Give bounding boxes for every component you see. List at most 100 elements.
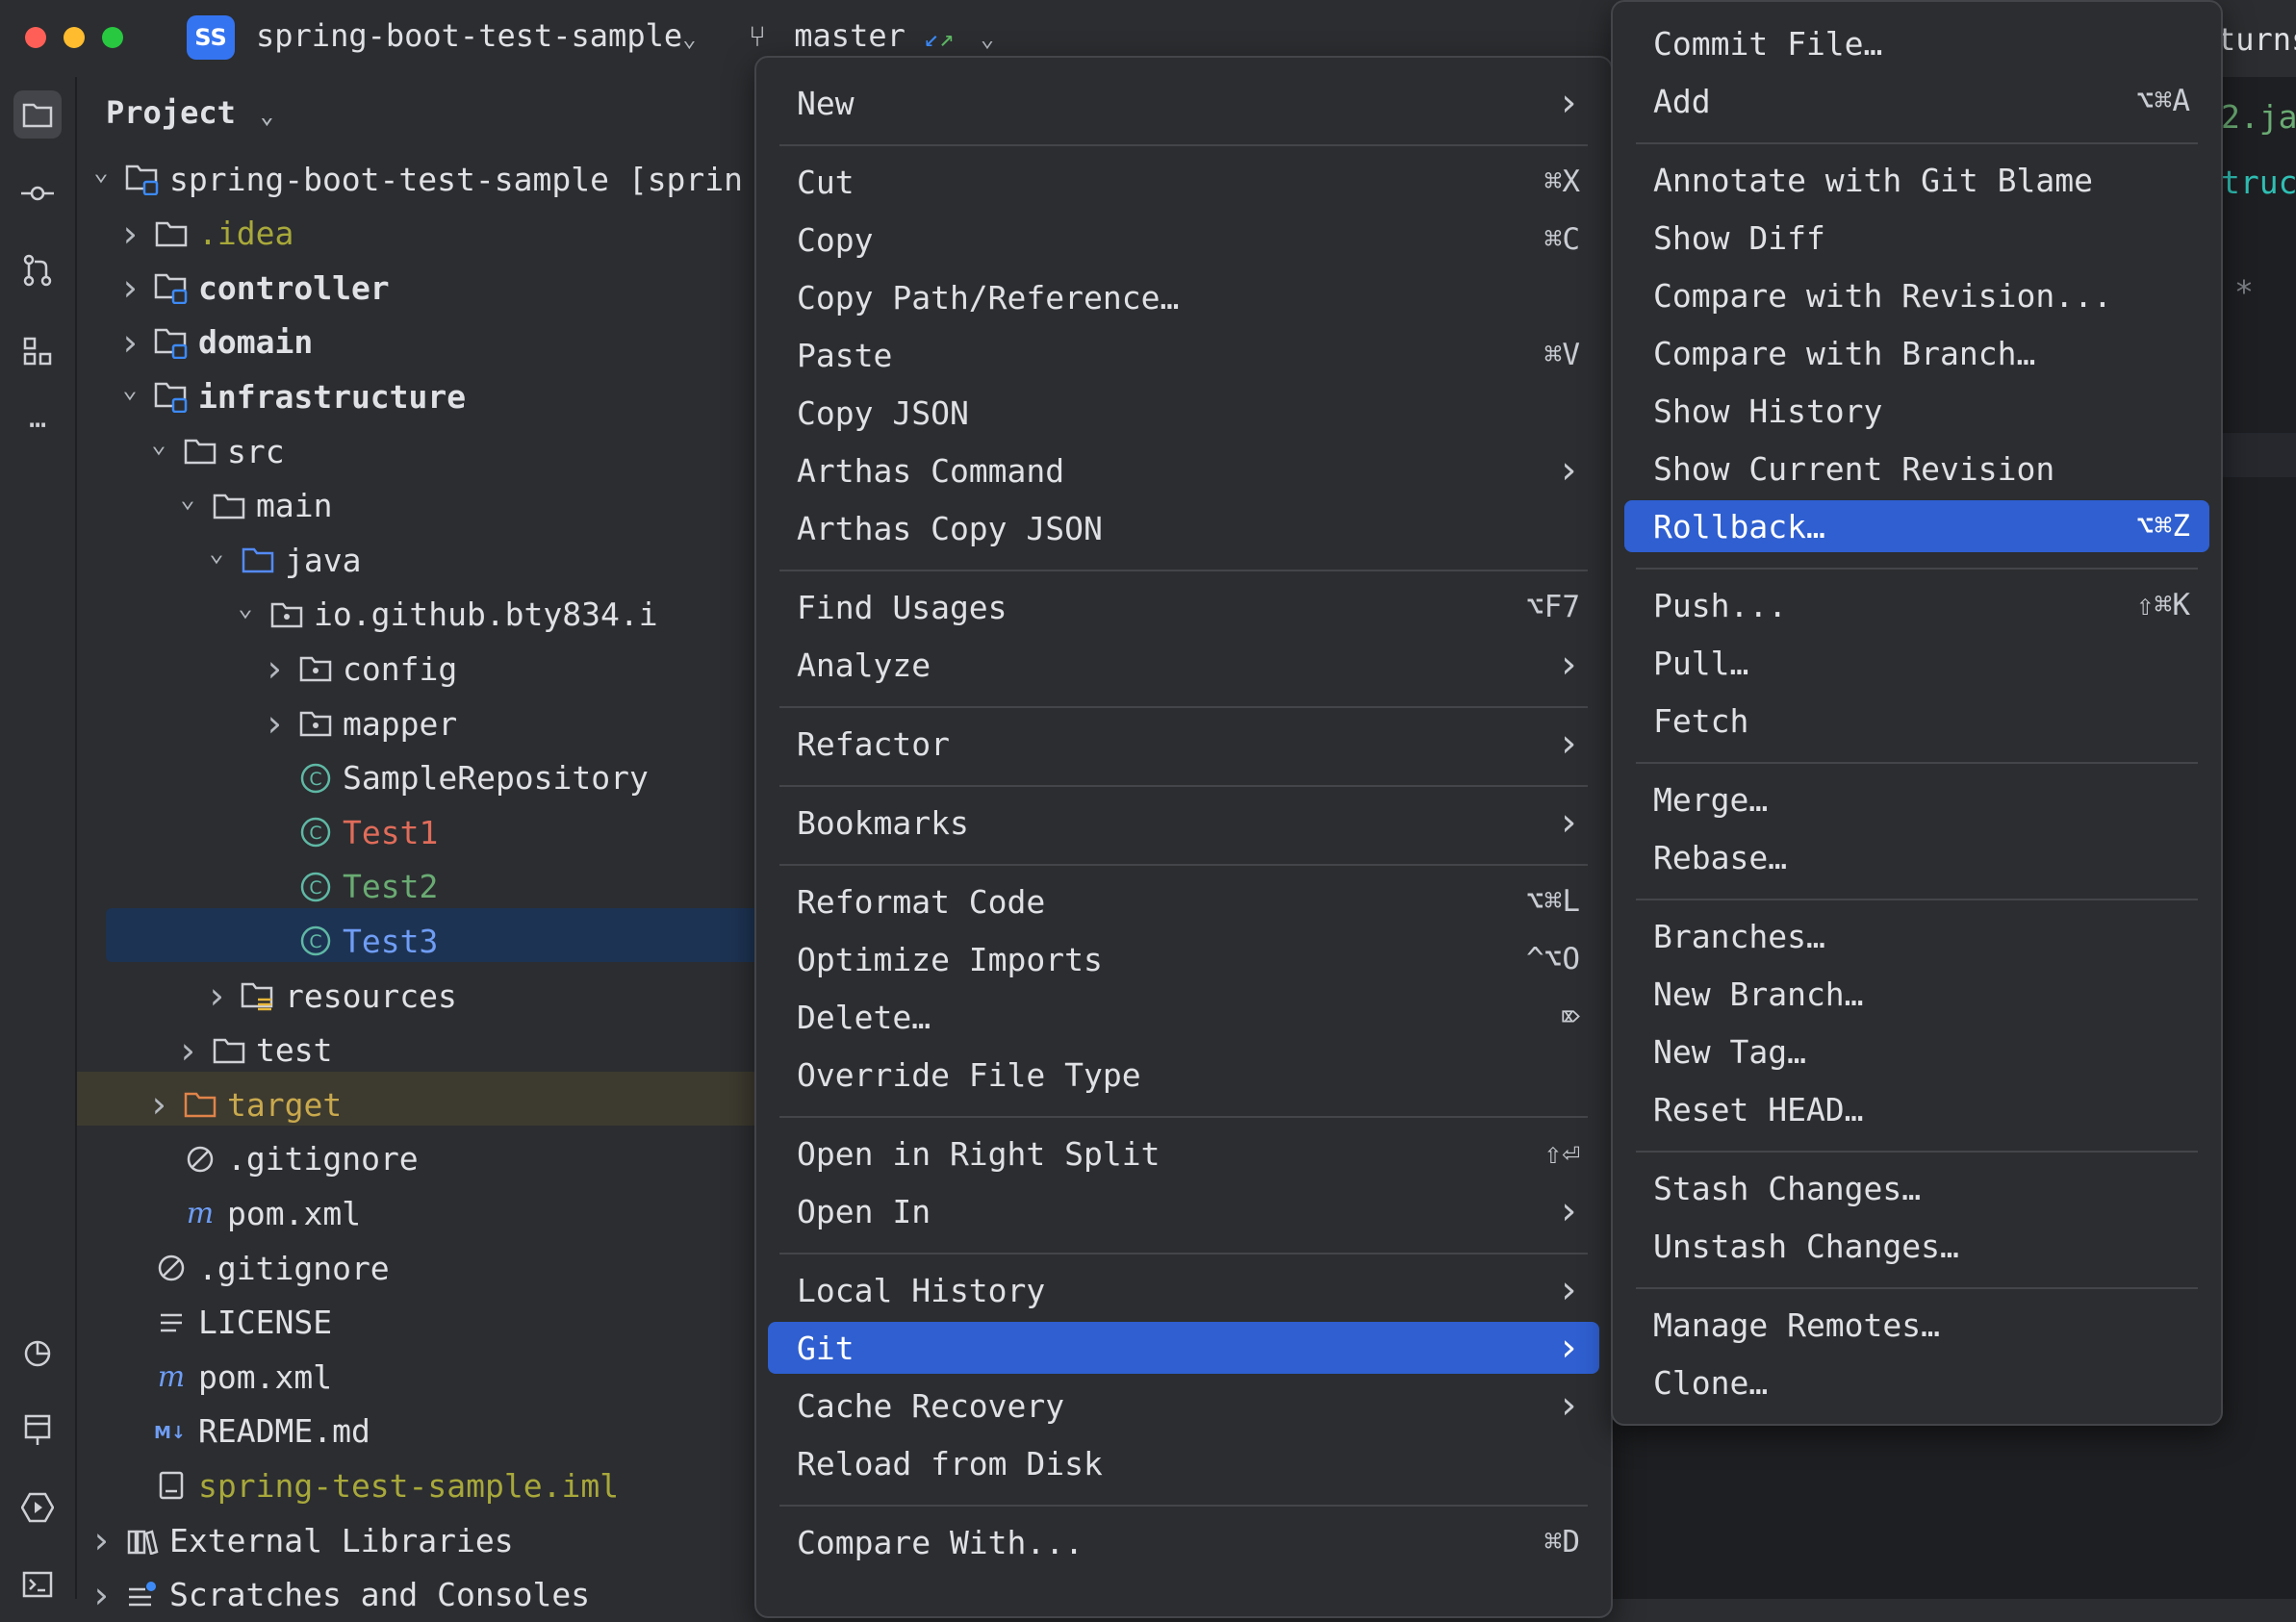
- menu-item-arthas-command[interactable]: Arthas Command ›: [768, 444, 1599, 496]
- menu-item-paste[interactable]: Paste ⌘V: [768, 329, 1599, 381]
- menu-item-cache-recovery[interactable]: Cache Recovery ›: [768, 1380, 1599, 1432]
- menu-item-cut[interactable]: Cut ⌘X: [768, 156, 1599, 208]
- tree-item-idea[interactable]: › .idea: [117, 207, 294, 261]
- chevron-down-icon[interactable]: ⌄: [146, 430, 171, 459]
- chevron-right-icon[interactable]: ›: [117, 321, 142, 364]
- tree-item-test3[interactable]: C Test3: [262, 914, 438, 968]
- chevron-down-icon[interactable]: ⌄: [233, 594, 258, 622]
- tree-item-readme-md[interactable]: M↓ README.md: [117, 1405, 370, 1458]
- tree-item-gitignore[interactable]: .gitignore: [117, 1241, 390, 1295]
- menu-item-fetch[interactable]: Fetch: [1624, 695, 2209, 747]
- close-window-button[interactable]: [25, 27, 46, 48]
- tree-item-test1[interactable]: C Test1: [262, 805, 438, 859]
- menu-item-annotate-with-git-blame[interactable]: Annotate with Git Blame: [1624, 154, 2209, 206]
- tree-item-infrastructure[interactable]: ⌄ infrastructure: [117, 369, 466, 423]
- tree-item-src[interactable]: ⌄ src: [146, 424, 284, 478]
- menu-item-branches[interactable]: Branches…: [1624, 910, 2209, 962]
- services-icon[interactable]: [13, 1407, 62, 1455]
- menu-item-override-file-type[interactable]: Override File Type: [768, 1049, 1599, 1101]
- menu-item-commit-file[interactable]: Commit File…: [1624, 17, 2209, 69]
- chevron-right-icon[interactable]: ›: [262, 702, 287, 745]
- tree-item-license[interactable]: LICENSE: [117, 1296, 332, 1350]
- tree-item-config[interactable]: › config: [262, 642, 458, 696]
- tree-item-test2[interactable]: C Test2: [262, 860, 438, 914]
- menu-item-new[interactable]: New ›: [768, 77, 1599, 129]
- menu-item-unstash-changes[interactable]: Unstash Changes…: [1624, 1220, 2209, 1272]
- pull-requests-icon[interactable]: [13, 246, 62, 294]
- menu-item-show-diff[interactable]: Show Diff: [1624, 212, 2209, 264]
- menu-item-add[interactable]: Add ⌥⌘A: [1624, 75, 2209, 127]
- tree-item-target[interactable]: › target: [146, 1077, 343, 1131]
- commit-tool-icon[interactable]: [13, 169, 62, 217]
- chevron-down-icon[interactable]: ⌄: [89, 158, 114, 187]
- tree-item-spring-test-sample-iml[interactable]: spring-test-sample.iml: [117, 1458, 619, 1512]
- project-switcher[interactable]: spring-boot-test-sample⌄: [256, 17, 697, 54]
- chevron-down-icon[interactable]: ⌄: [117, 375, 142, 404]
- menu-item-new-tag[interactable]: New Tag…: [1624, 1026, 2209, 1077]
- menu-item-refactor[interactable]: Refactor ›: [768, 718, 1599, 770]
- menu-item-manage-remotes[interactable]: Manage Remotes…: [1624, 1299, 2209, 1351]
- menu-item-copy-path-reference[interactable]: Copy Path/Reference…: [768, 271, 1599, 323]
- project-tool-icon[interactable]: [13, 90, 62, 139]
- run-icon[interactable]: [13, 1483, 62, 1532]
- chevron-right-icon[interactable]: ›: [89, 1519, 114, 1561]
- menu-item-find-usages[interactable]: Find Usages ⌥F7: [768, 581, 1599, 633]
- project-avatar[interactable]: SS: [187, 15, 235, 60]
- menu-item-reset-head[interactable]: Reset HEAD…: [1624, 1083, 2209, 1135]
- menu-item-push[interactable]: Push... ⇧⌘K: [1624, 579, 2209, 631]
- menu-item-merge[interactable]: Merge…: [1624, 773, 2209, 825]
- menu-item-bookmarks[interactable]: Bookmarks ›: [768, 797, 1599, 849]
- menu-item-open-in-right-split[interactable]: Open in Right Split ⇧⏎: [768, 1128, 1599, 1179]
- menu-item-compare-with-branch[interactable]: Compare with Branch…: [1624, 327, 2209, 379]
- tree-item-resources[interactable]: › resources: [204, 969, 457, 1023]
- chevron-down-icon[interactable]: ⌄: [204, 539, 229, 568]
- tree-item-gitignore[interactable]: .gitignore: [146, 1132, 419, 1186]
- tree-item-domain[interactable]: › domain: [117, 316, 314, 369]
- menu-item-rebase[interactable]: Rebase…: [1624, 831, 2209, 883]
- menu-item-arthas-copy-json[interactable]: Arthas Copy JSON: [768, 502, 1599, 554]
- menu-item-optimize-imports[interactable]: Optimize Imports ^⌥O: [768, 933, 1599, 985]
- zoom-window-button[interactable]: [102, 27, 123, 48]
- tree-item-scratches-and-consoles[interactable]: › Scratches and Consoles: [89, 1568, 591, 1622]
- menu-item-show-history[interactable]: Show History: [1624, 385, 2209, 437]
- tree-item-test[interactable]: › test: [175, 1024, 333, 1077]
- minimize-window-button[interactable]: [64, 27, 85, 48]
- tree-item-controller[interactable]: › controller: [117, 261, 390, 315]
- menu-item-stash-changes[interactable]: Stash Changes…: [1624, 1162, 2209, 1214]
- chevron-right-icon[interactable]: ›: [146, 1083, 171, 1126]
- tree-item-java[interactable]: ⌄ java: [204, 533, 361, 587]
- chevron-right-icon[interactable]: ›: [262, 647, 287, 690]
- editor-tab-fragment[interactable]: 2.ja: [2221, 98, 2296, 136]
- tree-item-mapper[interactable]: › mapper: [262, 697, 458, 750]
- menu-item-rollback[interactable]: Rollback… ⌥⌘Z: [1624, 500, 2209, 552]
- menu-item-clone[interactable]: Clone…: [1624, 1356, 2209, 1408]
- menu-item-delete[interactable]: Delete… ⌦: [768, 991, 1599, 1043]
- menu-item-reload-from-disk[interactable]: Reload from Disk: [768, 1437, 1599, 1489]
- menu-item-local-history[interactable]: Local History ›: [768, 1264, 1599, 1316]
- project-panel-header[interactable]: Project ⌄: [106, 94, 274, 131]
- tree-item-samplerepository[interactable]: C SampleRepository: [262, 751, 649, 805]
- menu-item-pull[interactable]: Pull…: [1624, 637, 2209, 689]
- menu-item-git[interactable]: Git ›: [768, 1322, 1599, 1374]
- profiler-icon[interactable]: [13, 1330, 62, 1378]
- menu-item-compare-with[interactable]: Compare With... ⌘D: [768, 1516, 1599, 1568]
- tree-item-external-libraries[interactable]: › External Libraries: [89, 1513, 514, 1567]
- menu-item-copy-json[interactable]: Copy JSON: [768, 387, 1599, 439]
- menu-item-analyze[interactable]: Analyze ›: [768, 639, 1599, 691]
- menu-item-show-current-revision[interactable]: Show Current Revision: [1624, 443, 2209, 494]
- chevron-down-icon[interactable]: ⌄: [175, 485, 200, 514]
- branch-switcher[interactable]: ⑂ master ↙↗ ⌄: [749, 17, 994, 54]
- terminal-icon[interactable]: [13, 1560, 62, 1609]
- chevron-right-icon[interactable]: ›: [117, 266, 142, 309]
- tree-item-main[interactable]: ⌄ main: [175, 479, 332, 533]
- chevron-right-icon[interactable]: ›: [204, 975, 229, 1017]
- tree-item-spring-boot-test-sample-sprin[interactable]: ⌄ spring-boot-test-sample [sprin: [89, 152, 743, 206]
- tree-item-io-github-bty834-i[interactable]: ⌄ io.github.bty834.i: [233, 588, 657, 642]
- tree-item-pom-xml[interactable]: m pom.xml: [146, 1186, 361, 1240]
- menu-item-reformat-code[interactable]: Reformat Code ⌥⌘L: [768, 875, 1599, 927]
- more-tools-icon[interactable]: ⋯: [13, 400, 62, 448]
- chevron-right-icon[interactable]: ›: [117, 213, 142, 255]
- menu-item-copy[interactable]: Copy ⌘C: [768, 214, 1599, 266]
- tree-item-pom-xml[interactable]: m pom.xml: [117, 1350, 332, 1404]
- chevron-right-icon[interactable]: ›: [175, 1029, 200, 1072]
